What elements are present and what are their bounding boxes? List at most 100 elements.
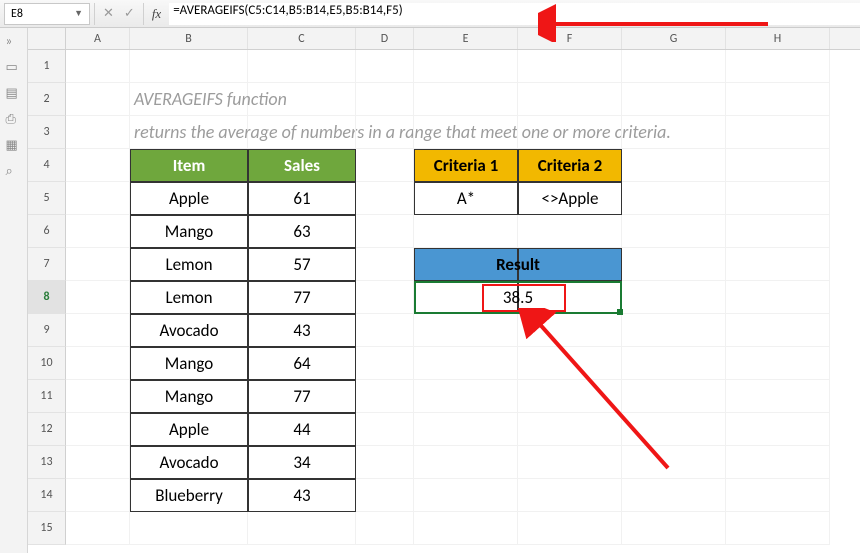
cell[interactable]	[414, 512, 518, 545]
item-cell[interactable]: Blueberry	[130, 479, 248, 512]
cell[interactable]	[518, 446, 622, 479]
col-header-E[interactable]: E	[414, 28, 518, 49]
result-value[interactable]	[518, 281, 622, 314]
cell[interactable]	[622, 446, 726, 479]
cell[interactable]	[622, 413, 726, 446]
item-header[interactable]: Item	[130, 149, 248, 182]
cell[interactable]	[518, 347, 622, 380]
item-cell[interactable]: Mango	[130, 347, 248, 380]
row-header[interactable]: 4	[28, 149, 66, 182]
cancel-icon[interactable]: ✕	[103, 6, 114, 21]
cell[interactable]	[726, 83, 830, 116]
cell[interactable]	[726, 446, 830, 479]
expand-icon[interactable]: »	[6, 34, 22, 48]
cell[interactable]	[356, 347, 414, 380]
title-line2[interactable]: returns the average of numbers in a rang…	[130, 116, 248, 149]
item-cell[interactable]: Mango	[130, 215, 248, 248]
cell[interactable]	[356, 380, 414, 413]
cell[interactable]	[518, 215, 622, 248]
cell[interactable]	[66, 50, 130, 83]
col-header-G[interactable]: G	[622, 28, 726, 49]
confirm-icon[interactable]: ✓	[124, 6, 135, 21]
cell[interactable]	[622, 50, 726, 83]
cell[interactable]	[248, 50, 356, 83]
cell[interactable]	[414, 347, 518, 380]
cell[interactable]	[726, 380, 830, 413]
cell[interactable]	[518, 83, 622, 116]
cell[interactable]	[622, 215, 726, 248]
cell[interactable]	[356, 281, 414, 314]
criteria1-value[interactable]: A*	[414, 182, 518, 215]
cell[interactable]	[518, 479, 622, 512]
sales-cell[interactable]: 77	[248, 281, 356, 314]
sales-cell[interactable]: 57	[248, 248, 356, 281]
print-icon[interactable]: ⎙	[6, 112, 22, 126]
cell[interactable]	[518, 512, 622, 545]
paste-icon[interactable]: ▤	[6, 86, 22, 100]
cell[interactable]	[130, 50, 248, 83]
cell[interactable]	[356, 512, 414, 545]
col-header-D[interactable]: D	[356, 28, 414, 49]
cell[interactable]	[66, 314, 130, 347]
cell[interactable]	[726, 248, 830, 281]
result-header[interactable]	[518, 248, 622, 281]
formula-input[interactable]: =AVERAGEIFS(C5:C14,B5:B14,E5,B5:B14,F5)	[169, 3, 860, 25]
cell[interactable]	[622, 380, 726, 413]
sales-cell[interactable]: 34	[248, 446, 356, 479]
cell[interactable]	[130, 512, 248, 545]
cell[interactable]	[356, 83, 414, 116]
cell[interactable]	[248, 512, 356, 545]
find-icon[interactable]: ⌕	[6, 164, 22, 178]
row-header[interactable]: 6	[28, 215, 66, 248]
row-header[interactable]: 3	[28, 116, 66, 149]
cell[interactable]	[66, 248, 130, 281]
row-header[interactable]: 14	[28, 479, 66, 512]
cell[interactable]	[414, 314, 518, 347]
row-header[interactable]: 13	[28, 446, 66, 479]
cell[interactable]	[66, 116, 130, 149]
cell[interactable]	[622, 281, 726, 314]
cell[interactable]	[414, 50, 518, 83]
cell[interactable]	[414, 83, 518, 116]
chevron-down-icon[interactable]: ▼	[74, 8, 83, 19]
cell[interactable]	[356, 116, 414, 149]
cell[interactable]	[622, 248, 726, 281]
row-header[interactable]: 7	[28, 248, 66, 281]
row-header[interactable]: 10	[28, 347, 66, 380]
cell[interactable]	[66, 83, 130, 116]
select-all-corner[interactable]	[28, 28, 66, 49]
cell[interactable]	[66, 446, 130, 479]
cell[interactable]	[248, 116, 356, 149]
result-header-l[interactable]	[414, 248, 518, 281]
col-header-B[interactable]: B	[130, 28, 248, 49]
sales-cell[interactable]: 43	[248, 479, 356, 512]
criteria1-header[interactable]: Criteria 1	[414, 149, 518, 182]
cell[interactable]	[414, 380, 518, 413]
sales-header[interactable]: Sales	[248, 149, 356, 182]
cell[interactable]	[622, 116, 726, 149]
row-header[interactable]: 11	[28, 380, 66, 413]
cell[interactable]	[356, 314, 414, 347]
cell[interactable]	[356, 479, 414, 512]
name-box[interactable]: E8 ▼	[4, 3, 90, 25]
item-cell[interactable]: Apple	[130, 413, 248, 446]
col-header-A[interactable]: A	[66, 28, 130, 49]
sales-cell[interactable]: 77	[248, 380, 356, 413]
cell[interactable]	[248, 83, 356, 116]
cell[interactable]	[726, 50, 830, 83]
sales-cell[interactable]: 44	[248, 413, 356, 446]
criteria2-value[interactable]: <>Apple	[518, 182, 622, 215]
col-header-H[interactable]: H	[726, 28, 830, 49]
cell[interactable]	[726, 413, 830, 446]
row-header[interactable]: 9	[28, 314, 66, 347]
item-cell[interactable]: Lemon	[130, 281, 248, 314]
row-header[interactable]: 12	[28, 413, 66, 446]
item-cell[interactable]: Lemon	[130, 248, 248, 281]
cell[interactable]	[726, 182, 830, 215]
row-header[interactable]: 5	[28, 182, 66, 215]
cell[interactable]	[726, 215, 830, 248]
cell[interactable]	[518, 380, 622, 413]
cell[interactable]	[356, 413, 414, 446]
cell[interactable]	[356, 446, 414, 479]
cell[interactable]	[414, 413, 518, 446]
